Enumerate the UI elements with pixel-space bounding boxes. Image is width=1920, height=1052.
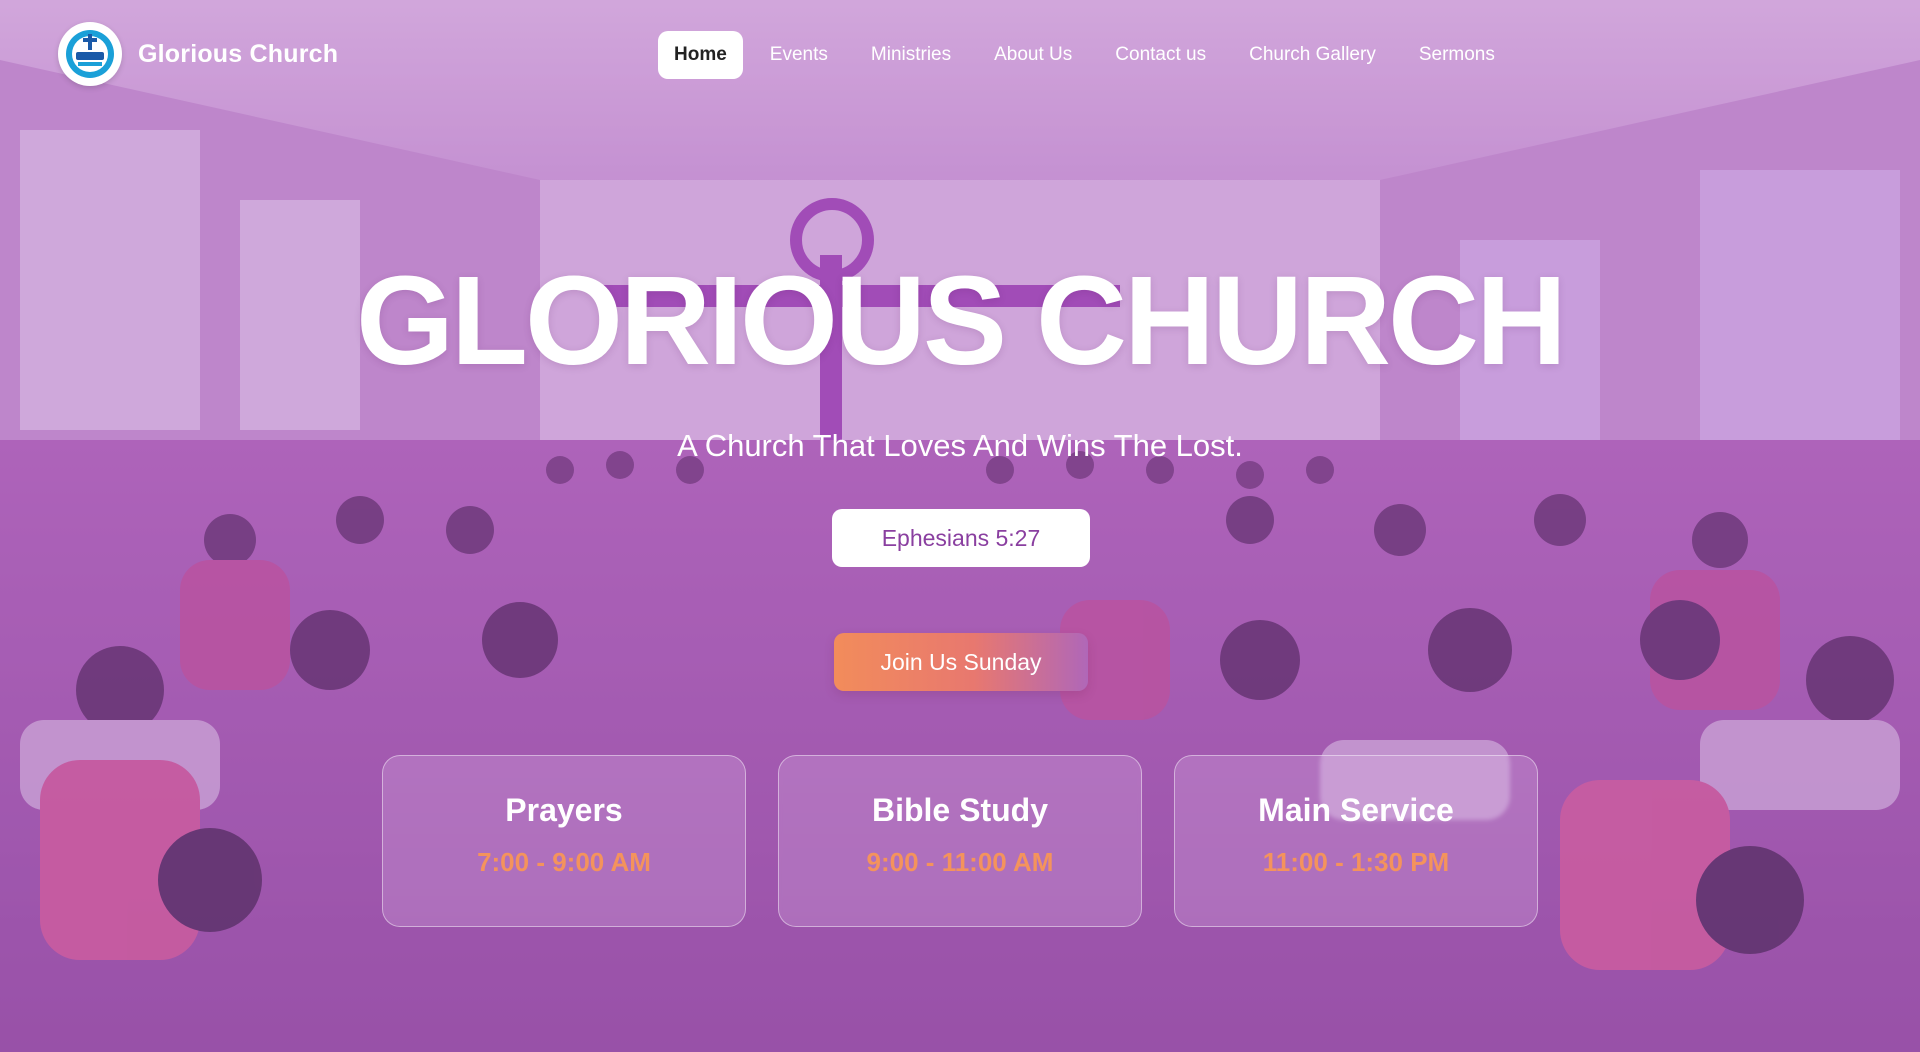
nav-contact-us[interactable]: Contact us — [1099, 31, 1222, 79]
service-name: Bible Study — [871, 792, 1048, 828]
service-time: 11:00 - 1:30 PM — [1262, 847, 1450, 877]
hero-subtitle: A Church That Loves And Wins The Lost. — [677, 428, 1243, 463]
service-name: Main Service — [1258, 792, 1454, 828]
service-card-prayers: Prayers 7:00 - 9:00 AM — [382, 755, 746, 927]
join-us-sunday-button[interactable]: Join Us Sunday — [834, 633, 1088, 691]
hero-title: GLORIOUS CHURCH — [356, 250, 1567, 391]
nav-church-gallery[interactable]: Church Gallery — [1233, 31, 1392, 79]
logo-graphic — [66, 30, 114, 78]
nav-menu: Home Events Ministries About Us Contact … — [658, 31, 1522, 79]
service-card-main-service: Main Service 11:00 - 1:30 PM — [1174, 755, 1538, 927]
navbar: Glorious Church Home Events Ministries A… — [0, 0, 1920, 110]
brand-name: Glorious Church — [138, 39, 339, 68]
brand-link[interactable]: Glorious Church — [58, 22, 338, 86]
nav-sermons[interactable]: Sermons — [1403, 31, 1511, 79]
service-time: 7:00 - 9:00 AM — [477, 847, 651, 877]
verse-badge: Ephesians 5:27 — [832, 509, 1090, 567]
church-logo-icon — [58, 22, 122, 86]
service-time: 9:00 - 11:00 AM — [866, 847, 1054, 877]
service-card-bible-study: Bible Study 9:00 - 11:00 AM — [778, 755, 1142, 927]
hero-section: Glorious Church Home Events Ministries A… — [0, 0, 1920, 1052]
nav-events[interactable]: Events — [754, 31, 844, 79]
nav-home[interactable]: Home — [658, 31, 743, 79]
nav-ministries[interactable]: Ministries — [855, 31, 967, 79]
service-times: Prayers 7:00 - 9:00 AM Bible Study 9:00 … — [382, 755, 1538, 927]
nav-about-us[interactable]: About Us — [978, 31, 1088, 79]
service-name: Prayers — [505, 792, 623, 828]
